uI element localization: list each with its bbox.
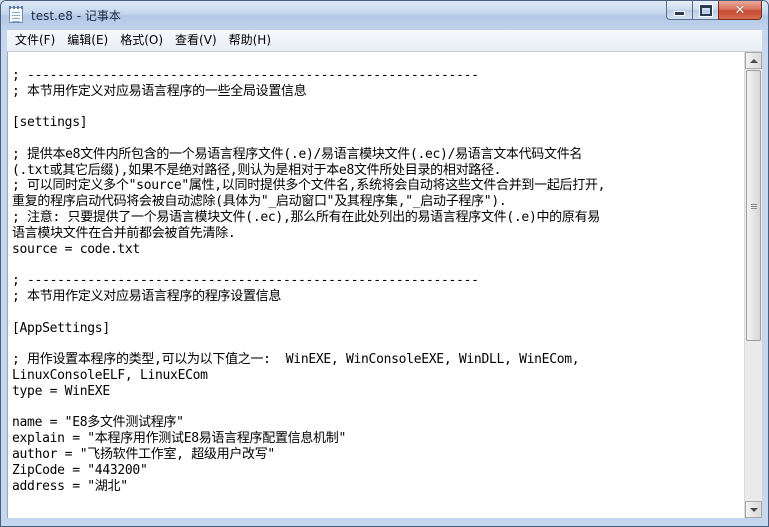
vertical-scrollbar[interactable] xyxy=(744,52,762,518)
text-line: source = code.txt xyxy=(12,241,140,257)
text-line: (.txt或其它后缀),如果不是绝对路径,则认为是相对于本e8文件所处目录的相对… xyxy=(12,162,502,178)
window-bottom-border xyxy=(7,518,762,526)
text-line: explain = "本程序用作测试E8易语言程序配置信息机制" xyxy=(12,431,346,447)
text-line: LinuxConsoleELF, LinuxECom xyxy=(12,367,208,383)
maximize-icon xyxy=(699,4,712,16)
close-icon: ✕ xyxy=(734,2,746,18)
text-line xyxy=(12,336,745,352)
text-line: author = "飞扬软件工作室, 超级用户改写" xyxy=(12,446,275,462)
scroll-up-button[interactable] xyxy=(745,52,762,69)
scroll-down-button[interactable] xyxy=(745,501,762,518)
text-line xyxy=(12,131,745,147)
menu-bar: 文件(F) 编辑(E) 格式(O) 查看(V) 帮助(H) xyxy=(7,30,762,52)
text-line xyxy=(12,305,745,321)
text-line: ; 注意: 只要提供了一个易语言模块文件(.ec),那么所有在此处列出的易语言程… xyxy=(12,209,600,225)
text-line: ; 提供本e8文件内所包含的一个易语言程序文件(.e)/易语言模块文件(.ec)… xyxy=(12,146,583,162)
menu-view[interactable]: 查看(V) xyxy=(169,31,223,50)
text-line xyxy=(12,52,745,68)
menu-format[interactable]: 格式(O) xyxy=(114,31,169,50)
text-line: type = WinEXE xyxy=(12,383,110,399)
text-line: 语言模块文件在合并前都会被首先清除. xyxy=(12,225,236,241)
maximize-button[interactable] xyxy=(692,1,718,20)
arrow-up-icon xyxy=(749,58,758,63)
text-line: ; 本节用作定义对应易语言程序的一些全局设置信息 xyxy=(12,83,307,99)
text-line: [AppSettings] xyxy=(12,320,110,336)
arrow-down-icon xyxy=(749,507,758,512)
text-line: [settings] xyxy=(12,115,88,131)
caption-buttons: ✕ xyxy=(666,1,762,21)
text-line: ; 可以同时定义多个"source"属性,以同时提供多个文件名,系统将会自动将这… xyxy=(12,178,606,194)
scrollbar-thumb[interactable] xyxy=(746,70,761,341)
text-line: name = "E8多文件测试程序" xyxy=(12,415,184,431)
text-line: ; --------------------------------------… xyxy=(12,67,479,83)
close-button[interactable]: ✕ xyxy=(718,1,762,20)
text-line xyxy=(12,400,745,416)
notepad-app-icon[interactable] xyxy=(9,6,23,23)
menu-edit[interactable]: 编辑(E) xyxy=(61,31,114,50)
window-title: test.e8 - 记事本 xyxy=(31,9,121,23)
minimize-button[interactable] xyxy=(666,1,692,20)
title-bar[interactable]: test.e8 - 记事本 ✕ xyxy=(1,1,768,29)
text-line: ; 本节用作定义对应易语言程序的程序设置信息 xyxy=(12,288,282,304)
minimize-icon xyxy=(674,10,685,16)
menu-help[interactable]: 帮助(H) xyxy=(223,31,277,50)
text-editor[interactable]: ; --------------------------------------… xyxy=(7,52,745,518)
text-line: ; 用作设置本程序的类型,可以为以下值之一: WinEXE, WinConsol… xyxy=(12,352,580,368)
text-line xyxy=(12,257,745,273)
text-line: 重复的程序启动代码将会被自动滤除(具体为"_启动窗口"及其程序集,"_启动子程序… xyxy=(12,194,507,210)
menu-file[interactable]: 文件(F) xyxy=(7,31,61,50)
text-line: address = "湖北" xyxy=(12,478,128,494)
text-line: ZipCode = "443200" xyxy=(12,462,148,478)
text-line: ; --------------------------------------… xyxy=(12,273,479,289)
notepad-window: test.e8 - 记事本 ✕ 文件(F) 编辑(E) 格式(O) 查看(V) … xyxy=(0,0,769,527)
grip-icon xyxy=(751,204,757,205)
text-line xyxy=(12,99,745,115)
editor-content[interactable]: ; --------------------------------------… xyxy=(8,52,745,494)
